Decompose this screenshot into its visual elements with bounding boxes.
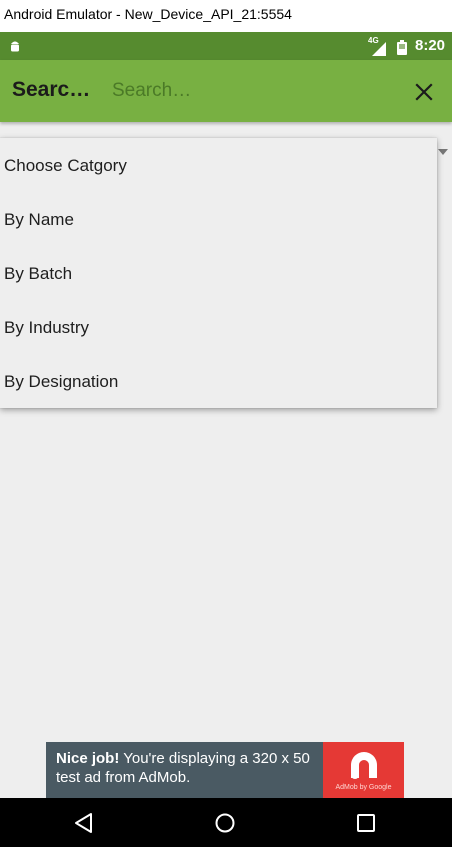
back-icon[interactable] [71, 810, 97, 836]
search-input[interactable] [112, 76, 382, 106]
dropdown-item-by-industry[interactable]: By Industry [4, 301, 434, 355]
navigation-bar [0, 798, 452, 847]
dropdown-item-by-batch[interactable]: By Batch [4, 247, 434, 301]
admob-logo-icon [351, 752, 377, 779]
battery-icon [397, 40, 407, 55]
spinner-dropdown-arrow-icon[interactable] [438, 149, 448, 155]
admob-test-banner[interactable]: Nice job! You're displaying a 320 x 50 t… [46, 742, 404, 798]
recents-icon[interactable] [353, 810, 379, 836]
signal-icon [372, 42, 386, 56]
dropdown-item-choose-category[interactable]: Choose Catgory [4, 139, 434, 193]
ad-headline: Nice job! [56, 750, 120, 767]
status-bar: 4G 8:20 [0, 32, 452, 60]
window-title: Android Emulator - New_Device_API_21:555… [4, 6, 292, 22]
admob-logo-box: AdMob by Google [323, 742, 404, 798]
android-notification-icon [11, 41, 19, 52]
admob-brand-label: AdMob by Google [335, 784, 392, 791]
category-dropdown-list: Choose Catgory By Name By Batch By Indus… [0, 138, 437, 408]
clock: 8:20 [415, 37, 446, 54]
emulator-window: Android Emulator - New_Device_API_21:555… [0, 0, 452, 847]
emulator-title-bar: Android Emulator - New_Device_API_21:555… [0, 0, 452, 32]
app-bar-title: Searc… [12, 78, 91, 101]
home-icon[interactable] [212, 810, 238, 836]
app-bar: Searc… [0, 60, 452, 122]
dropdown-item-by-name[interactable]: By Name [4, 193, 434, 247]
dropdown-item-by-designation[interactable]: By Designation [4, 355, 434, 409]
close-icon[interactable] [410, 78, 438, 106]
ad-text: Nice job! You're displaying a 320 x 50 t… [56, 749, 324, 787]
